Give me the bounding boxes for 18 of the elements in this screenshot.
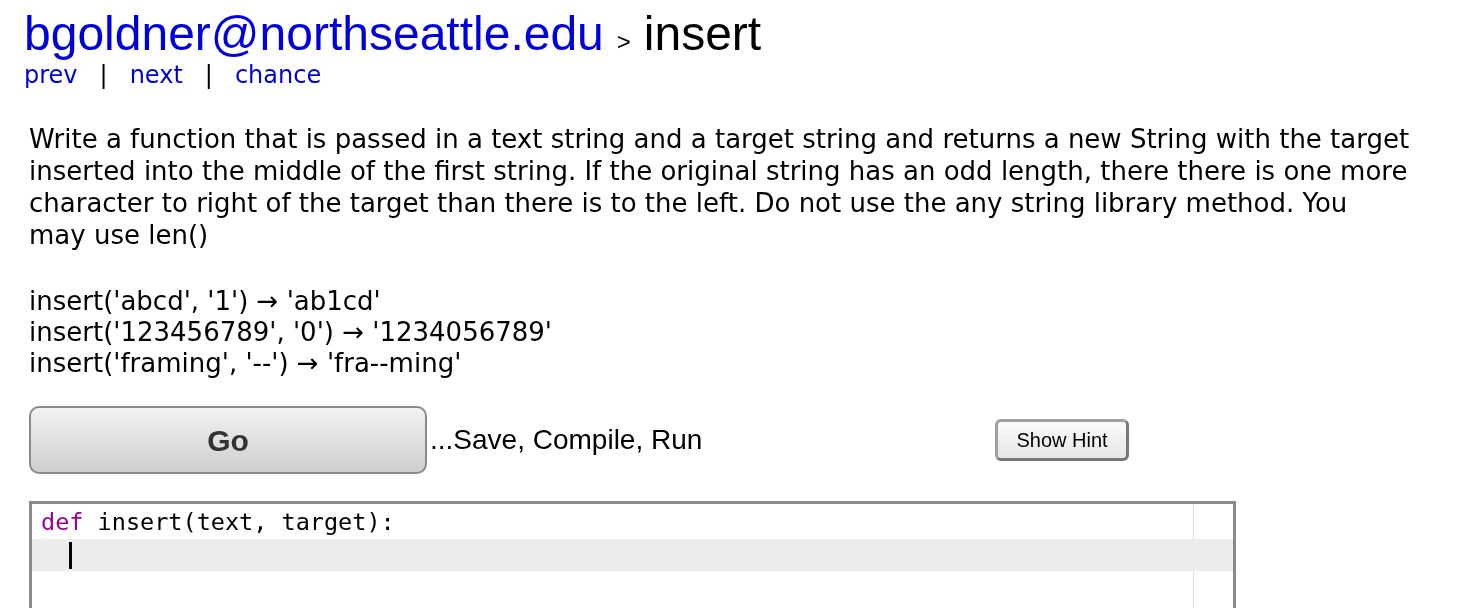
- nav-separator: |: [99, 60, 108, 90]
- code-editor[interactable]: def insert(text, target):: [29, 501, 1236, 608]
- page-title: insert: [643, 6, 762, 62]
- problem-description: Write a function that is passed in a text string and a target string and returns a new String with the target inserted into the middle of the first string. If the original string has an odd length, there there is one more character to right of the target than there is to the left. Do not use the any string library method. You may use len(): [29, 123, 1410, 251]
- show-hint-button[interactable]: Show Hint: [995, 419, 1129, 461]
- code-line: def insert(text, target):: [40, 507, 396, 539]
- example-line: insert('framing', '--') → 'fra--ming': [29, 348, 462, 379]
- example-line: insert('abcd', '1') → 'ab1cd': [29, 286, 381, 317]
- go-note: ...Save, Compile, Run: [430, 423, 703, 457]
- nav-link[interactable]: next: [129, 60, 183, 90]
- breadcrumb-separator: >: [616, 27, 631, 57]
- nav-link[interactable]: prev: [24, 60, 78, 90]
- cursor-icon: [69, 541, 72, 569]
- go-button[interactable]: Go: [29, 406, 427, 474]
- nav-separator: |: [204, 60, 213, 90]
- example-line: insert('123456789', '0') → '1234056789': [29, 317, 552, 348]
- nav-link[interactable]: chance: [234, 60, 322, 90]
- user-link[interactable]: bgoldner@northseattle.edu: [24, 6, 604, 62]
